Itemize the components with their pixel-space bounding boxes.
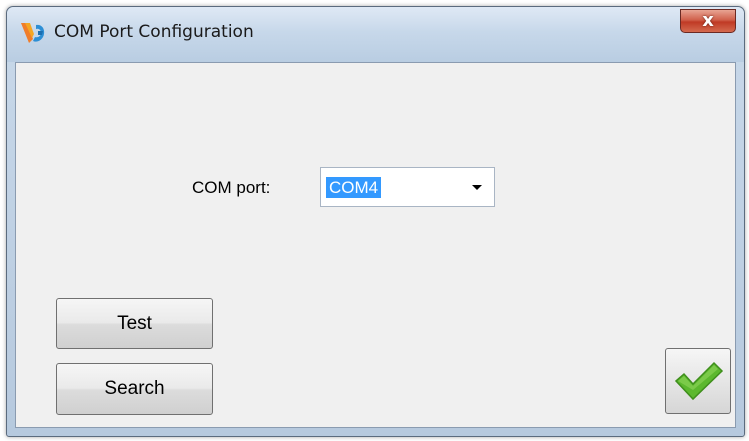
ok-button[interactable]: [665, 348, 731, 414]
com-port-selected-value: COM4: [326, 177, 382, 198]
test-button[interactable]: Test: [56, 298, 213, 349]
checkmark-icon: [674, 361, 724, 401]
close-button[interactable]: x: [680, 9, 736, 33]
com-port-select[interactable]: COM4: [320, 167, 495, 207]
close-icon: x: [702, 10, 714, 31]
dialog-window: COM Port Configuration x COM port: COM4 …: [6, 6, 745, 437]
search-button[interactable]: Search: [56, 363, 213, 415]
com-port-label: COM port:: [192, 178, 271, 197]
title-bar[interactable]: COM Port Configuration x: [7, 7, 744, 62]
window-title: COM Port Configuration: [54, 22, 254, 42]
dialog-body: COM port: COM4 Test Search: [15, 62, 736, 428]
app-logo-icon: [21, 23, 45, 43]
chevron-down-icon[interactable]: [472, 185, 482, 190]
